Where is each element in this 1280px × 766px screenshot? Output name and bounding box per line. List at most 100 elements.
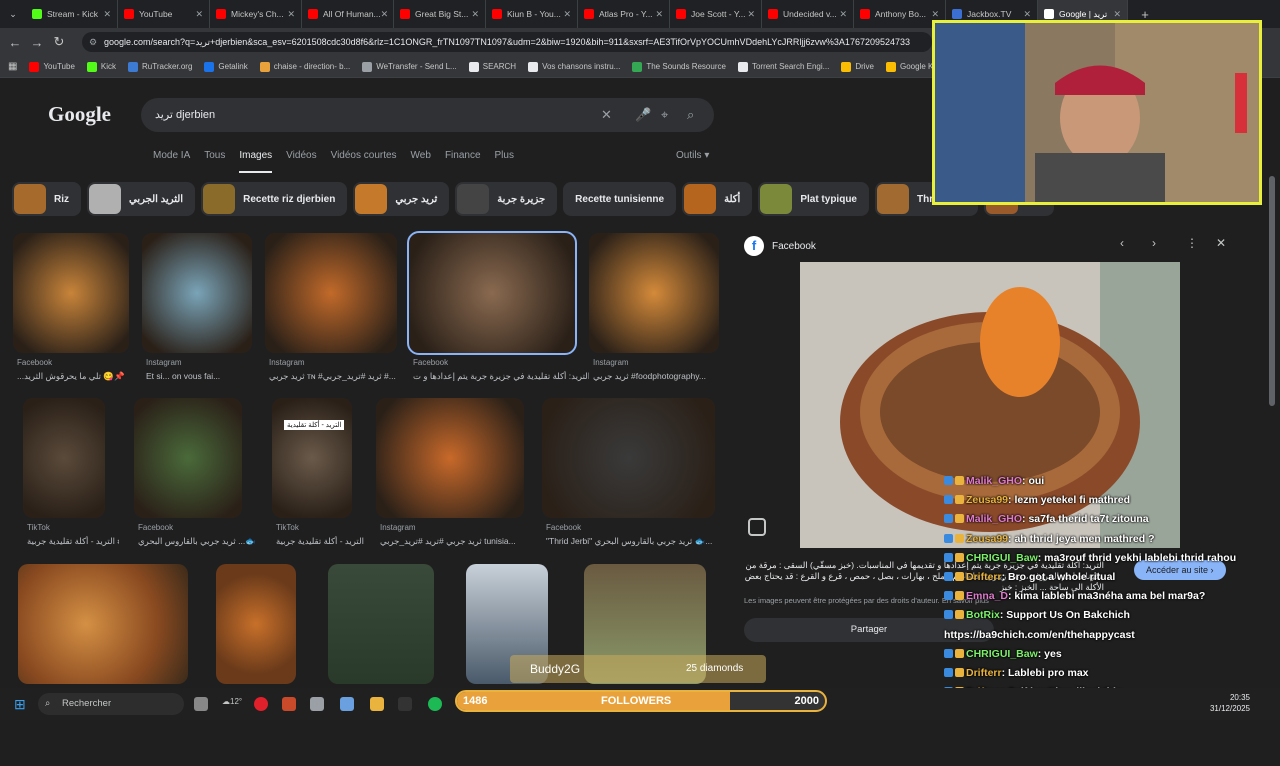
chat-username[interactable]: Drifterr [966,667,1002,679]
browser-tab[interactable]: Great Big St... ✕ [394,0,486,28]
tab-close-icon[interactable]: ✕ [1023,9,1031,20]
chat-username[interactable]: BotRix [966,609,1000,621]
result-title[interactable]: "Thrid Jerbi" ثريد جربي بالقاروس البحري … [546,536,729,547]
search-tab[interactable]: Images [239,150,273,173]
result-image[interactable] [328,564,434,684]
tab-close-icon[interactable]: ✕ [931,9,939,20]
chat-username[interactable]: CHRIGUI_Baw [966,552,1038,564]
search-tab[interactable]: Mode IA [153,150,190,173]
tab-close-icon[interactable]: ✕ [195,9,203,20]
close-icon[interactable]: ✕ [1216,236,1226,250]
chat-username[interactable]: Malik_GHO [966,513,1022,525]
result-title[interactable]: التريد - أكلة تقليدية جربية #... [276,536,366,547]
app-icon[interactable] [310,697,324,711]
search-icon[interactable]: ⌕ [687,98,694,132]
live-icon[interactable] [398,697,412,711]
result-image[interactable] [13,233,129,353]
taskbar-search[interactable]: ⌕ Rechercher [38,693,184,715]
bookmark-item[interactable]: SEARCH [468,61,516,72]
result-title[interactable]: التريد: أكلة تقليدية في جزيرة جربة يتم إ… [413,371,589,382]
result-image[interactable] [216,564,296,684]
lens-icon[interactable]: ⌖ [661,98,668,132]
app-icon[interactable] [282,697,296,711]
result-image[interactable] [265,233,397,353]
refinement-chip[interactable]: Plat typique [758,182,869,216]
refinement-chip[interactable]: Recette tunisienne [563,182,677,216]
tab-close-icon[interactable]: ✕ [839,9,847,20]
result-image[interactable] [542,398,715,518]
result-image[interactable] [142,233,252,353]
bookmark-item[interactable]: Kick [86,61,116,72]
tab-close-icon[interactable]: ✕ [655,9,663,20]
bookmark-item[interactable]: chaise - direction- b... [259,61,350,72]
result-title[interactable]: Et si... on vous fai... [146,371,266,381]
search-tab[interactable]: Tous [204,150,225,173]
tools-button[interactable]: Outils ▾ [676,150,709,161]
tab-close-icon[interactable]: ✕ [471,9,479,20]
chat-username[interactable]: Emna_D [966,590,1008,602]
refinement-chip[interactable]: الثريد الجربي [87,182,196,216]
next-icon[interactable]: › [1152,236,1156,250]
refinement-chip[interactable]: ثريد جربي [353,182,450,216]
chat-username[interactable]: Zeusa99 [966,494,1008,506]
tab-close-icon[interactable]: ✕ [563,9,571,20]
result-image[interactable] [376,398,524,518]
bookmark-item[interactable]: The Sounds Resource [632,61,726,72]
tab-search-icon[interactable]: ⌄ [0,9,26,20]
result-title[interactable]: ثريد جربي #تريد #تريد_جربي tunisia... [380,536,538,547]
mic-icon[interactable]: 🎤 [635,98,651,132]
chat-username[interactable]: Drifterr [966,571,1002,583]
refinement-chip[interactable]: Riz [12,182,81,216]
lens-search-icon[interactable] [748,518,766,536]
browser-tab[interactable]: Joe Scott - Y... ✕ [670,0,762,28]
back-icon[interactable]: ← [4,35,26,50]
bookmark-item[interactable]: YouTube [29,61,75,72]
scroll-thumb[interactable] [1269,176,1275,406]
chat-username[interactable]: Malik_GHO [966,475,1022,487]
result-title[interactable]: ثريد جربي ᴛɴ #ثريد #تريد_جربي #... [269,371,411,382]
google-logo[interactable]: Google [48,102,111,127]
browser-tab[interactable]: Mickey's Ch... ✕ [210,0,302,28]
result-title[interactable]: ...تلي ما يحرقوش الثريد 😋📌 [17,371,143,382]
refinement-chip[interactable]: Recette riz djerbien [201,182,348,216]
result-image[interactable] [272,398,352,518]
forward-icon[interactable]: → [26,35,48,50]
browser-tab[interactable]: Stream - Kick ✕ [26,0,118,28]
result-image[interactable] [407,231,577,355]
opera-icon[interactable] [254,697,268,711]
refinement-chip[interactable]: جزيرة جربة [455,182,558,216]
weather-icon[interactable]: ☁12° [222,697,242,706]
task-view-icon[interactable] [194,697,208,711]
clear-icon[interactable]: ✕ [601,98,612,132]
system-clock[interactable]: 20:35 31/12/2025 [1210,692,1250,714]
browser-tab[interactable]: YouTube ✕ [118,0,210,28]
tab-close-icon[interactable]: ✕ [747,9,755,20]
prev-icon[interactable]: ‹ [1120,236,1124,250]
tab-close-icon[interactable]: ✕ [103,9,111,20]
search-tab[interactable]: Vidéos courtes [331,150,397,173]
bookmark-item[interactable]: Torrent Search Engi... [737,61,829,72]
search-tab[interactable]: Finance [445,150,481,173]
folder-icon[interactable] [370,697,384,711]
spotify-icon[interactable] [428,697,442,711]
browser-tab[interactable]: Kiun B - You... ✕ [486,0,578,28]
tab-close-icon[interactable]: ✕ [287,9,295,20]
result-image[interactable] [18,564,188,684]
apps-icon[interactable]: ▦ [8,61,17,72]
result-image[interactable] [23,398,105,518]
result-image[interactable] [134,398,242,518]
search-tab[interactable]: Plus [495,150,514,173]
search-box[interactable]: تريد djerbien ✕ 🎤 ⌖ ⌕ [141,98,714,132]
tab-close-icon[interactable]: ✕ [1113,9,1121,20]
search-tab[interactable]: Vidéos [286,150,316,173]
bookmark-item[interactable]: Getalink [204,61,248,72]
browser-tab[interactable]: Atlas Pro - Y... ✕ [578,0,670,28]
result-title[interactable]: ثريد جربي #foodphotography... [593,371,733,382]
bookmark-item[interactable]: Drive [841,61,874,72]
browser-tab[interactable]: All Of Human... ✕ [302,0,394,28]
site-info-icon[interactable]: ⚙ [89,32,97,52]
windows-start-icon[interactable]: ⊞ [14,696,26,713]
search-tab[interactable]: Web [411,150,431,173]
result-title[interactable]: ثريد جربي بالقاروس البحري ...🐟 [138,536,256,547]
app-icon[interactable] [340,697,354,711]
